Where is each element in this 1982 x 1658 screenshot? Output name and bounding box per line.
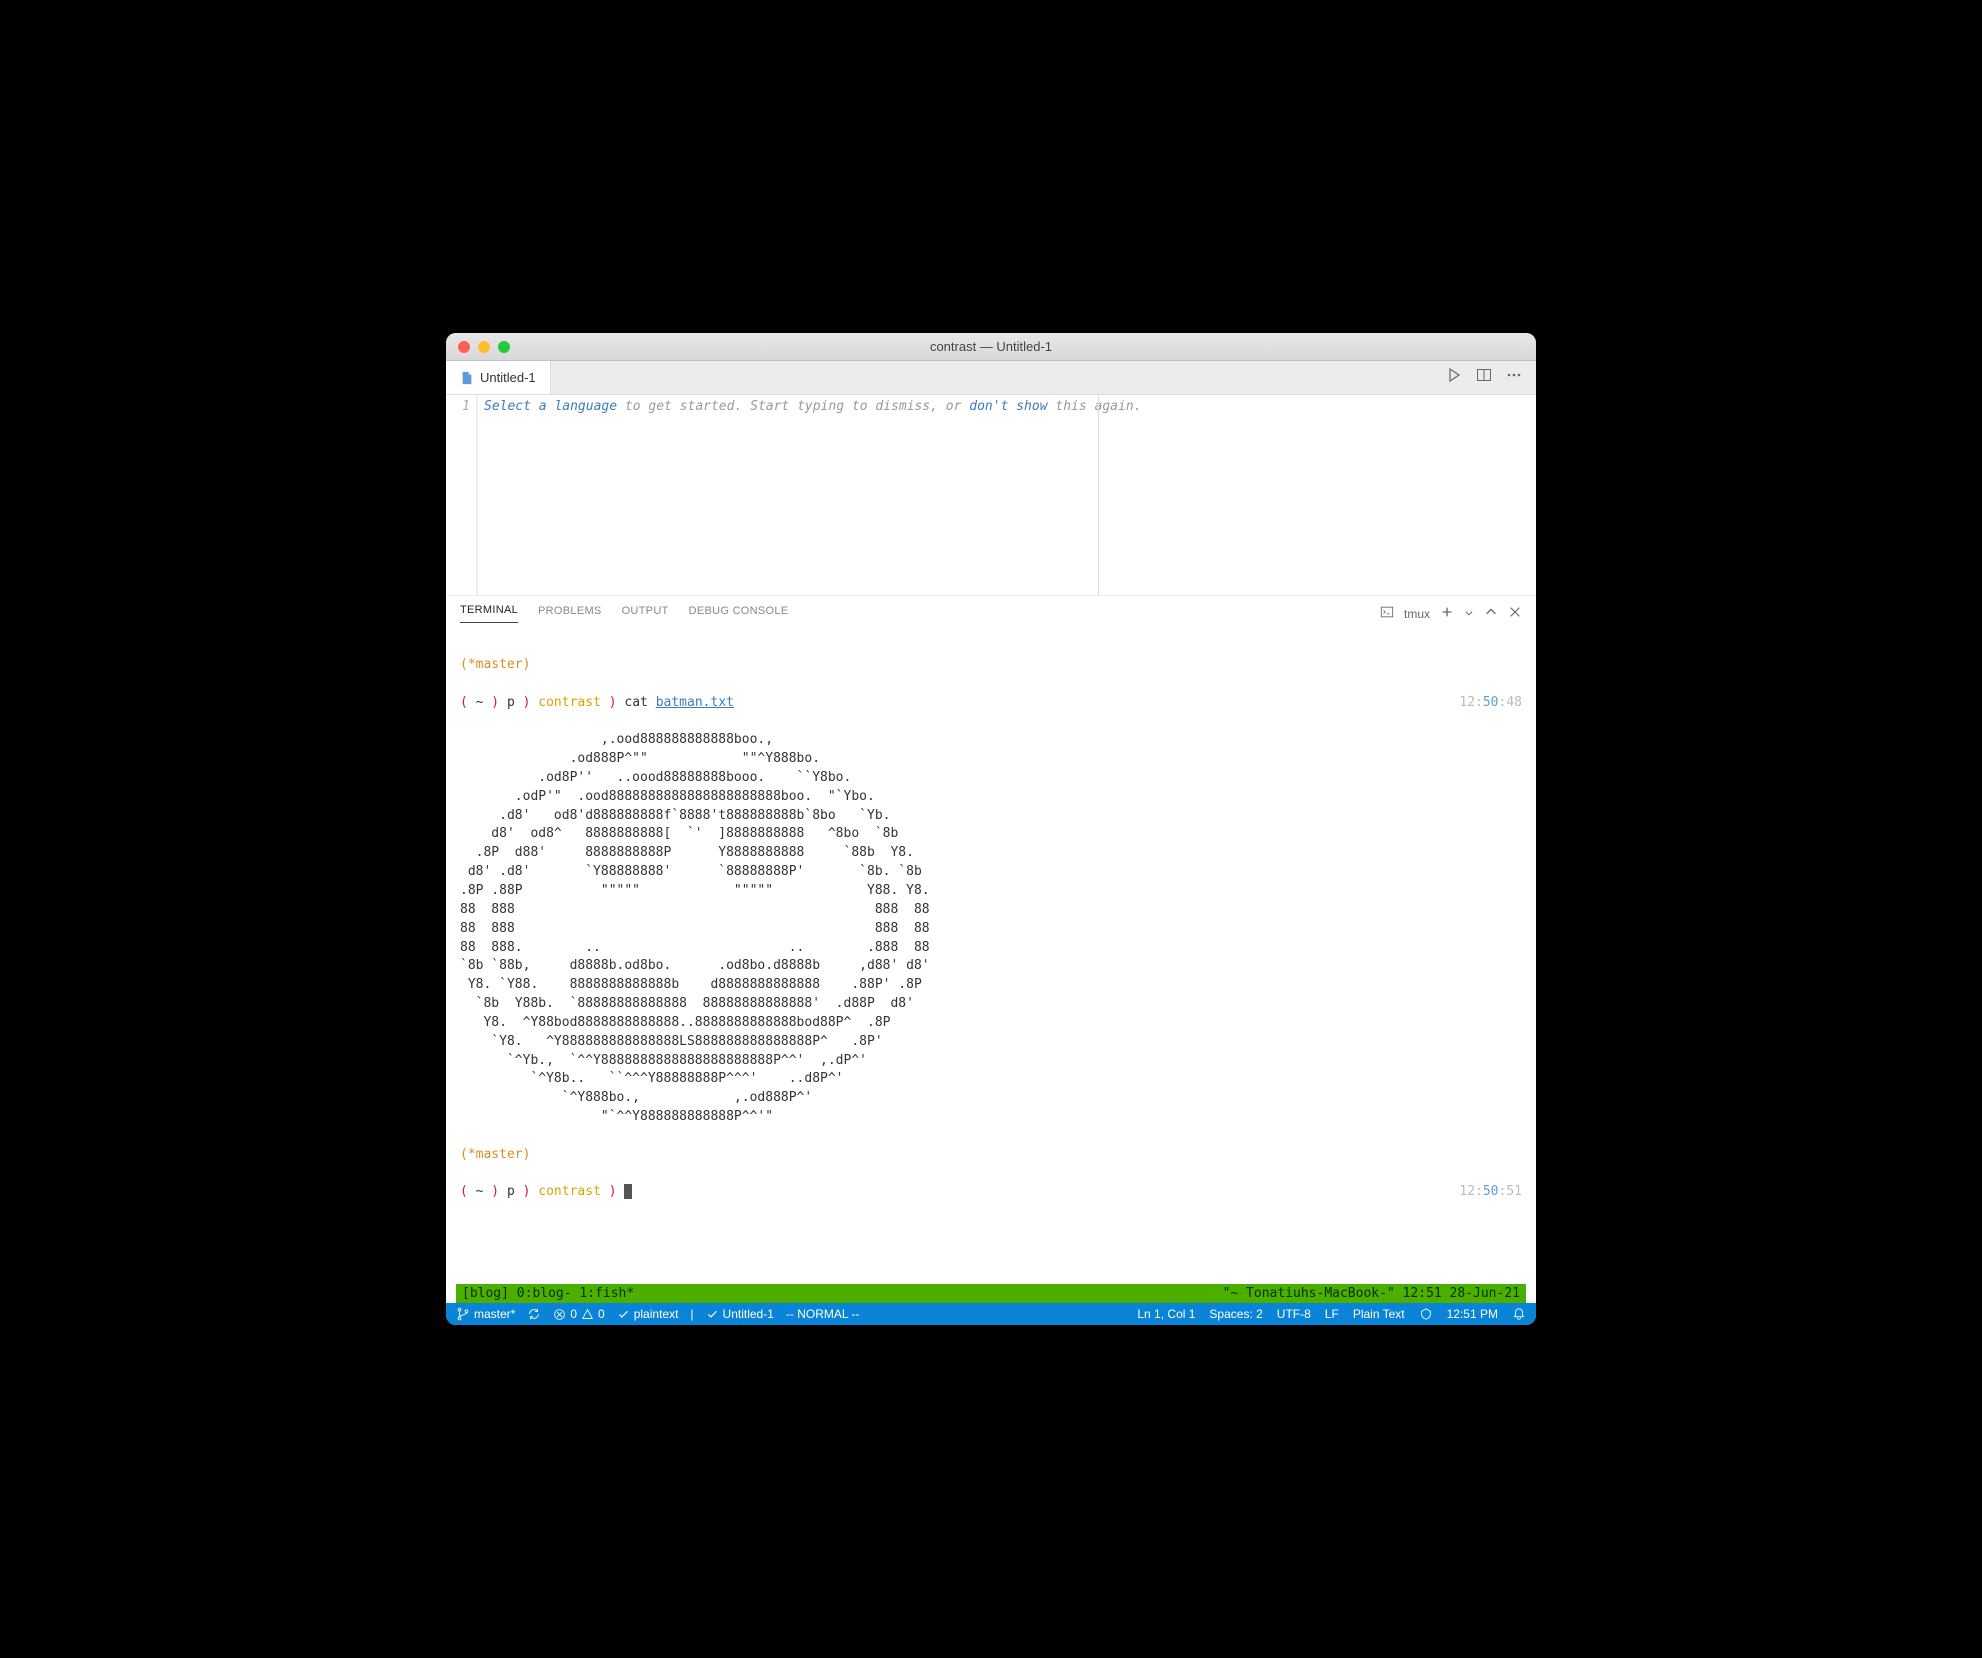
editor[interactable]: 1 Select a language to get started. Star… (446, 395, 1536, 595)
bell-icon[interactable] (1512, 1307, 1526, 1321)
check-icon (617, 1308, 630, 1321)
dont-show-link[interactable]: don't show (969, 399, 1047, 414)
traffic-lights (458, 341, 510, 353)
panel-actions: tmux (1380, 605, 1522, 622)
encoding[interactable]: UTF-8 (1277, 1307, 1311, 1321)
tab-actions (1446, 361, 1536, 394)
indent[interactable]: Spaces: 2 (1209, 1307, 1262, 1321)
file-icon (460, 371, 474, 385)
tab-problems[interactable]: PROBLEMS (538, 605, 602, 623)
close-panel-icon[interactable] (1508, 605, 1522, 622)
command: cat (624, 695, 655, 710)
statusbar: master* 0 0 plaintext | Untitled-1 -- NO… (446, 1303, 1536, 1325)
hint-text-end: this again. (1048, 399, 1142, 414)
editor-content[interactable]: Select a language to get started. Start … (476, 395, 1536, 595)
timestamp: 12:50:51 (1459, 1183, 1522, 1202)
terminal[interactable]: (*master) ( ~ ) p ) contrast ) cat batma… (446, 623, 1536, 1244)
file-status[interactable]: Untitled-1 (706, 1307, 774, 1321)
tab-debug-console[interactable]: DEBUG CONSOLE (689, 605, 789, 623)
cwd: contrast (538, 1184, 601, 1199)
zoom-icon[interactable] (498, 341, 510, 353)
tmux-statusbar: [blog] 0:blog- 1:fish* "~ Tonatiuhs-MacB… (456, 1284, 1526, 1303)
vim-mode: -- NORMAL -- (786, 1307, 860, 1321)
branch-indicator: (*master) (460, 657, 530, 672)
language-status[interactable]: plaintext (617, 1307, 679, 1321)
error-icon (553, 1308, 566, 1321)
check-icon (706, 1308, 719, 1321)
sync-icon[interactable] (527, 1307, 541, 1321)
new-terminal-icon[interactable] (1440, 605, 1454, 622)
clock: 12:51 PM (1447, 1307, 1498, 1321)
feedback-icon[interactable] (1419, 1307, 1433, 1321)
tab-untitled[interactable]: Untitled-1 (446, 361, 551, 394)
editor-tabs: Untitled-1 (446, 361, 1536, 395)
select-language-link[interactable]: Select a language (484, 399, 617, 414)
window-title: contrast — Untitled-1 (446, 339, 1536, 354)
minimize-icon[interactable] (478, 341, 490, 353)
language-mode[interactable]: Plain Text (1353, 1307, 1405, 1321)
tmux-right: "~ Tonatiuhs-MacBook-" 12:51 28-Jun-21 (1223, 1286, 1520, 1301)
hint-text: to get started. Start typing to dismiss,… (617, 399, 969, 414)
prompt: ( (460, 695, 476, 710)
vscode-window: contrast — Untitled-1 Untitled-1 1 Selec… (446, 333, 1536, 1325)
tab-terminal[interactable]: TERMINAL (460, 604, 518, 623)
prompt: ( (460, 1184, 476, 1199)
line-number: 1 (446, 399, 470, 414)
tab-label: Untitled-1 (480, 370, 536, 385)
cursor (624, 1184, 632, 1199)
more-icon[interactable] (1506, 367, 1522, 388)
chevron-up-icon[interactable] (1484, 605, 1498, 622)
chevron-down-icon[interactable] (1464, 607, 1474, 621)
branch-indicator: (*master) (460, 1147, 530, 1162)
gutter: 1 (446, 395, 476, 595)
ascii-art: ,.ood888888888888boo., .od888P^"" ""^Y88… (460, 731, 1522, 1127)
split-editor-icon[interactable] (1476, 367, 1492, 388)
terminal-icon (1380, 605, 1394, 622)
shell-label[interactable]: tmux (1404, 607, 1430, 621)
run-icon[interactable] (1446, 367, 1462, 388)
warning-icon (581, 1308, 594, 1321)
panel-tabs: TERMINAL PROBLEMS OUTPUT DEBUG CONSOLE t… (446, 595, 1536, 623)
titlebar: contrast — Untitled-1 (446, 333, 1536, 361)
command-arg[interactable]: batman.txt (656, 695, 734, 710)
timestamp: 12:50:48 (1459, 694, 1522, 713)
cwd: contrast (538, 695, 601, 710)
eol[interactable]: LF (1325, 1307, 1339, 1321)
close-icon[interactable] (458, 341, 470, 353)
tmux-left: [blog] 0:blog- 1:fish* (462, 1286, 634, 1301)
problems-count[interactable]: 0 0 (553, 1307, 604, 1321)
cursor-position[interactable]: Ln 1, Col 1 (1137, 1307, 1195, 1321)
tab-output[interactable]: OUTPUT (622, 605, 669, 623)
ruler (1098, 395, 1099, 595)
git-branch[interactable]: master* (456, 1307, 515, 1321)
git-branch-icon (456, 1307, 470, 1321)
